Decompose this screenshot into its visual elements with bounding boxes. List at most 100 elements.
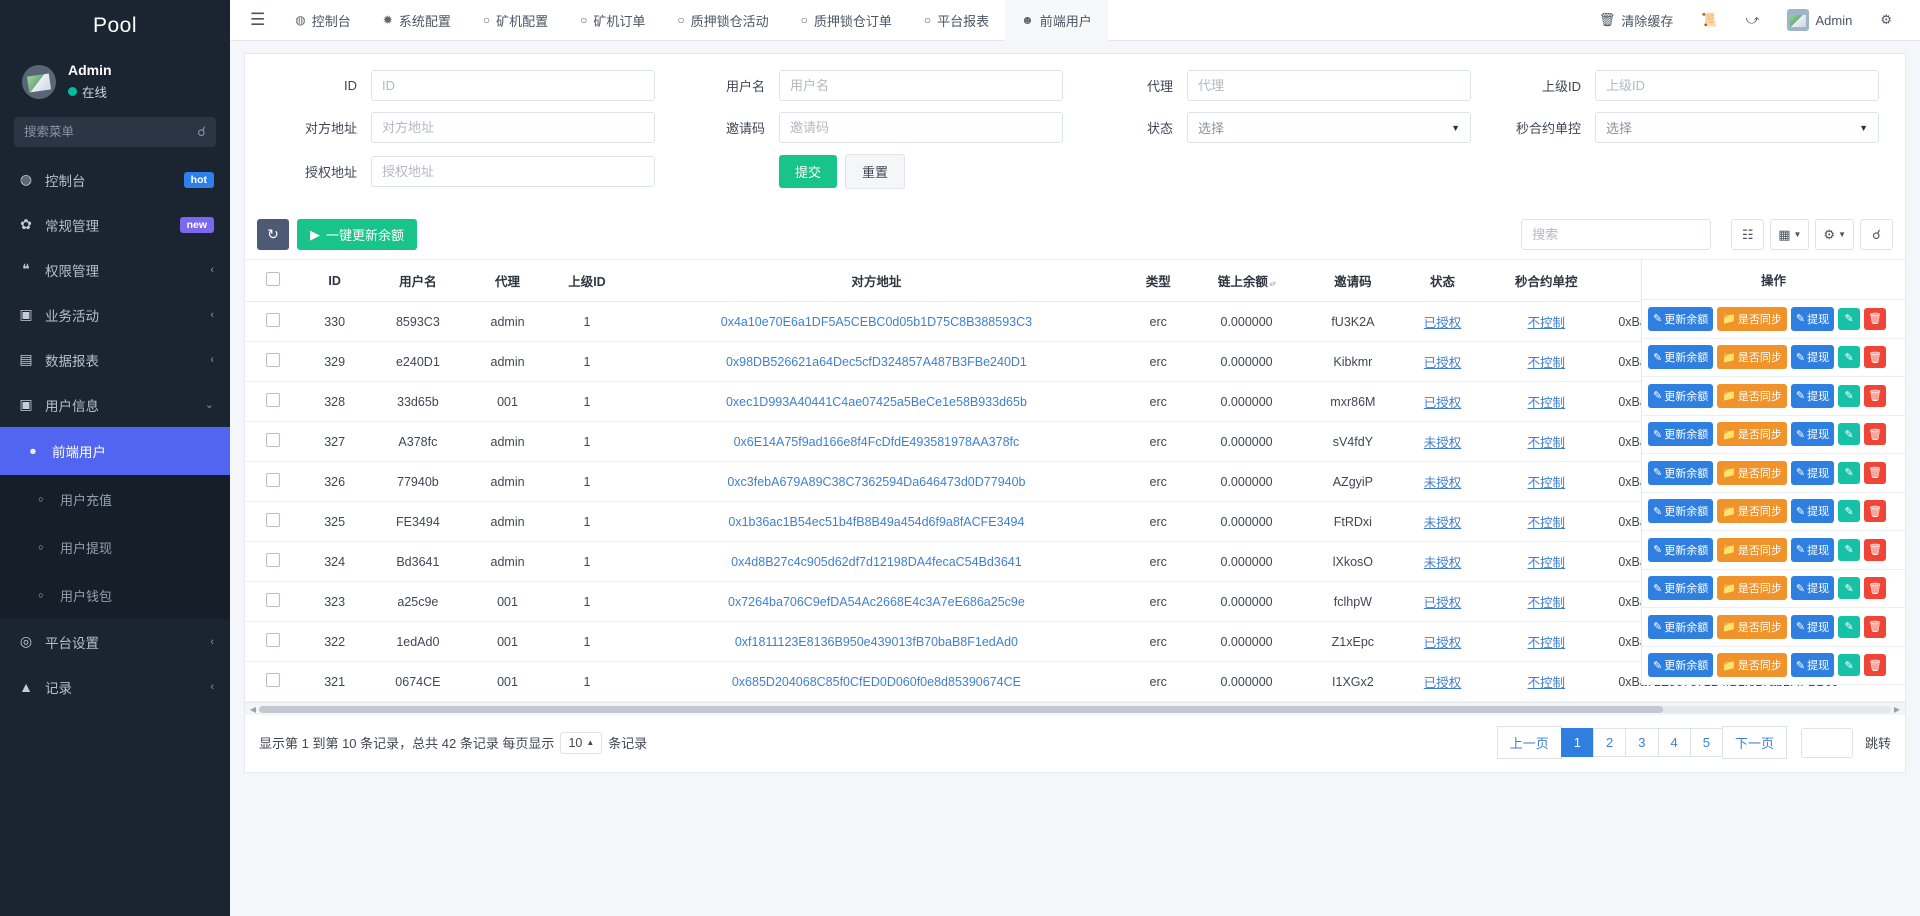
row-checkbox[interactable]	[245, 421, 302, 462]
update-balance-button[interactable]: ✎ 更新余额	[1648, 306, 1714, 331]
withdraw-button[interactable]: ✎ 提现	[1790, 537, 1835, 562]
checkbox-icon[interactable]	[266, 353, 281, 367]
status-link[interactable]: 未授权	[1424, 476, 1462, 490]
edit-button[interactable]: ✎	[1838, 307, 1861, 330]
checkbox-icon[interactable]	[266, 633, 281, 647]
status-link[interactable]: 已授权	[1424, 676, 1462, 690]
update-balance-button[interactable]: ✎ 更新余额	[1648, 499, 1714, 524]
checkbox-icon[interactable]	[266, 593, 281, 607]
update-balance-button[interactable]: ✎ 更新余额	[1648, 383, 1714, 408]
sync-button[interactable]: 📁 是否同步	[1717, 460, 1787, 485]
page-3-button[interactable]: 3	[1625, 728, 1659, 757]
tab-矿机订单[interactable]: ○ 矿机订单	[564, 0, 661, 41]
checkbox-icon[interactable]	[266, 313, 281, 327]
cell-status[interactable]: 未授权	[1402, 421, 1483, 462]
address-link[interactable]: 0x98DB526621a64Dec5cfD324857A487B3FBe240…	[726, 355, 1027, 369]
update-balance-button[interactable]: ✎ 更新余额	[1648, 422, 1714, 447]
cell-control[interactable]: 不控制	[1482, 541, 1611, 582]
scroll-left-icon[interactable]: ◀	[247, 705, 259, 714]
control-link[interactable]: 不控制	[1528, 396, 1566, 410]
address-link[interactable]: 0x4d8B27c4c905d62df7d12198DA4fecaC54Bd36…	[731, 555, 1022, 569]
cell-address[interactable]: 0x98DB526621a64Dec5cfD324857A487B3FBe240…	[626, 341, 1127, 382]
cell-control[interactable]: 不控制	[1482, 661, 1611, 702]
note-icon[interactable]: 📜	[1687, 0, 1731, 41]
update-balance-button[interactable]: ✎ 更新余额	[1648, 345, 1714, 370]
row-checkbox[interactable]	[245, 621, 302, 662]
row-checkbox[interactable]	[245, 341, 302, 382]
withdraw-button[interactable]: ✎ 提现	[1790, 653, 1835, 678]
sync-button[interactable]: 📁 是否同步	[1717, 383, 1787, 408]
sidebar-item-用户钱包[interactable]: ○ 用户钱包	[0, 571, 230, 619]
cell-address[interactable]: 0xf1811123E8136B950e439013fB70baB8F1edAd…	[626, 621, 1127, 662]
address-link[interactable]: 0x6E14A75f9ad166e8f4FcDfdE493581978AA378…	[734, 435, 1020, 449]
row-checkbox[interactable]	[245, 501, 302, 542]
scroll-track[interactable]	[259, 705, 1891, 713]
checkbox-icon[interactable]	[266, 393, 281, 407]
list-view-icon[interactable]: ☷	[1731, 219, 1765, 250]
control-link[interactable]: 不控制	[1528, 636, 1566, 650]
checkbox-icon[interactable]	[266, 673, 281, 687]
address-link[interactable]: 0x1b36ac1B54ec51b4fB8B49a454d6f9a8fACFE3…	[728, 515, 1024, 529]
update-balance-button[interactable]: ✎ 更新余额	[1648, 614, 1714, 639]
withdraw-button[interactable]: ✎ 提现	[1790, 499, 1835, 524]
cell-control[interactable]: 不控制	[1482, 461, 1611, 502]
checkbox-icon[interactable]	[266, 513, 281, 527]
sidebar-item-权限管理[interactable]: ❝ 权限管理 ‹	[0, 247, 230, 292]
sidebar-item-数据报表[interactable]: ▤ 数据报表 ‹	[0, 337, 230, 382]
prev-page-button[interactable]: 上一页	[1496, 726, 1562, 759]
row-checkbox[interactable]	[245, 301, 302, 342]
delete-button[interactable]: 🗑	[1864, 384, 1887, 407]
status-link[interactable]: 已授权	[1424, 636, 1462, 650]
cell-address[interactable]: 0x1b36ac1B54ec51b4fB8B49a454d6f9a8fACFE3…	[626, 501, 1127, 542]
per-page-select[interactable]: 10 ▲	[560, 731, 603, 754]
edit-button[interactable]: ✎	[1838, 423, 1861, 446]
sync-button[interactable]: 📁 是否同步	[1717, 422, 1787, 447]
search-icon[interactable]: ☌	[1860, 219, 1893, 250]
withdraw-button[interactable]: ✎ 提现	[1790, 383, 1835, 408]
edit-button[interactable]: ✎	[1838, 615, 1861, 638]
delete-button[interactable]: 🗑	[1864, 654, 1887, 677]
update-balance-button[interactable]: ✎ 更新余额	[1648, 460, 1714, 485]
parent-id-field[interactable]	[1595, 70, 1879, 101]
sidebar-item-常规管理[interactable]: ✿ 常规管理 new	[0, 202, 230, 247]
tab-前端用户[interactable]: ☻ 前端用户	[1005, 0, 1108, 41]
sidebar-search[interactable]: ☌	[14, 117, 216, 147]
refresh-icon[interactable]: ↻	[257, 219, 289, 250]
tab-系统配置[interactable]: ✹ 系统配置	[367, 0, 467, 41]
status-select[interactable]: 选择 ▼	[1187, 112, 1471, 143]
status-link[interactable]: 已授权	[1424, 316, 1462, 330]
clear-cache-button[interactable]: 🗑 清除缓存	[1585, 0, 1688, 41]
agent-field[interactable]	[1187, 70, 1471, 101]
withdraw-button[interactable]: ✎ 提现	[1790, 614, 1835, 639]
row-checkbox[interactable]	[245, 581, 302, 622]
delete-button[interactable]: 🗑	[1864, 500, 1887, 523]
cell-status[interactable]: 已授权	[1402, 301, 1483, 342]
delete-button[interactable]: 🗑	[1864, 577, 1887, 600]
sync-button[interactable]: 📁 是否同步	[1717, 345, 1787, 370]
gears-icon[interactable]: ⚙	[1866, 0, 1906, 41]
jump-button[interactable]: 跳转	[1865, 733, 1891, 752]
withdraw-button[interactable]: ✎ 提现	[1790, 576, 1835, 601]
edit-button[interactable]: ✎	[1838, 577, 1861, 600]
cell-address[interactable]: 0x6E14A75f9ad166e8f4FcDfdE493581978AA378…	[626, 421, 1127, 462]
status-link[interactable]: 已授权	[1424, 396, 1462, 410]
tab-质押锁仓订单[interactable]: ○ 质押锁仓订单	[785, 0, 908, 41]
sidebar-item-用户提现[interactable]: ○ 用户提现	[0, 523, 230, 571]
cell-control[interactable]: 不控制	[1482, 421, 1611, 462]
columns-icon[interactable]: ▦ ▼	[1770, 219, 1810, 250]
control-link[interactable]: 不控制	[1528, 476, 1566, 490]
contract-control-select[interactable]: 选择 ▼	[1595, 112, 1879, 143]
cell-status[interactable]: 已授权	[1402, 581, 1483, 622]
delete-button[interactable]: 🗑	[1864, 423, 1887, 446]
row-checkbox[interactable]	[245, 381, 302, 422]
select-all-checkbox[interactable]	[245, 259, 302, 302]
address-link[interactable]: 0x685D204068C85f0CfED0D060f0e8d85390674C…	[732, 675, 1021, 689]
row-checkbox[interactable]	[245, 461, 302, 502]
sidebar-item-前端用户[interactable]: ☻ 前端用户	[0, 427, 230, 475]
reset-button[interactable]: 重置	[845, 154, 906, 189]
counterparty-address-field[interactable]	[371, 112, 655, 143]
status-link[interactable]: 未授权	[1424, 516, 1462, 530]
sidebar-item-控制台[interactable]: ◍ 控制台 hot	[0, 157, 230, 202]
edit-button[interactable]: ✎	[1838, 500, 1861, 523]
export-icon[interactable]: ⚙ ▼	[1815, 219, 1854, 250]
